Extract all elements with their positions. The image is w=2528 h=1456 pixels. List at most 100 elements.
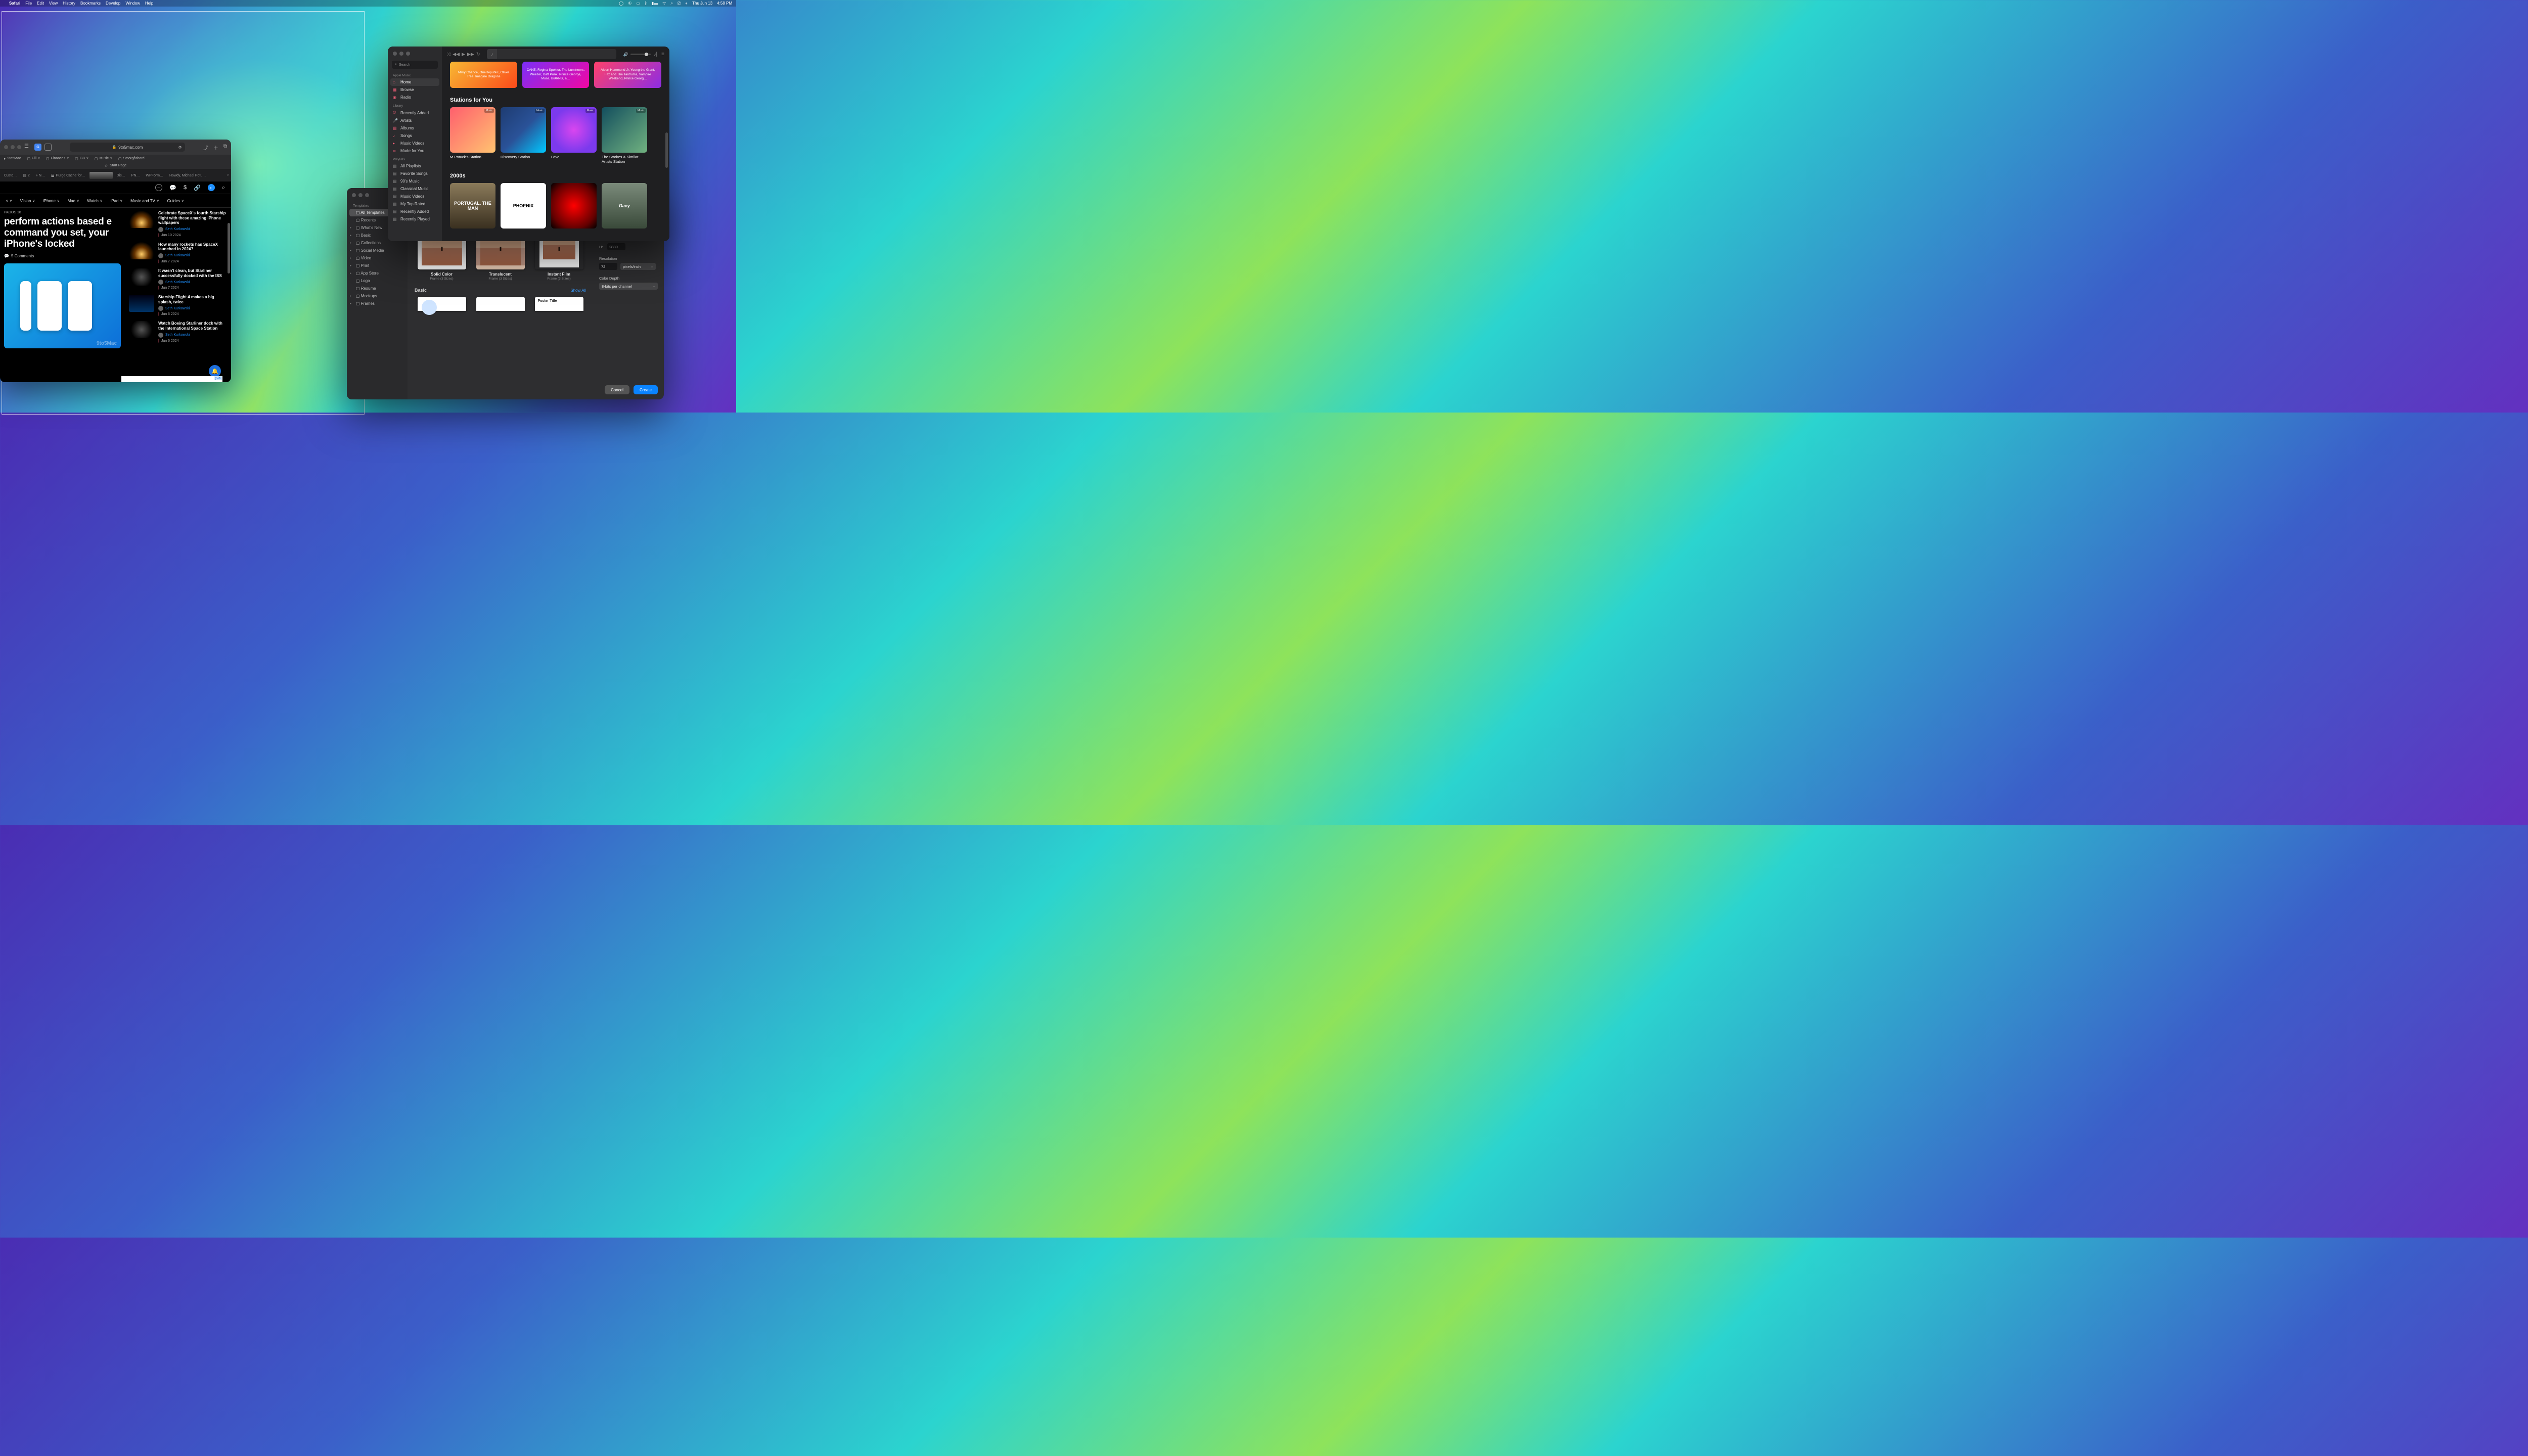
search-tabs-icon[interactable]: ⌕ — [227, 173, 229, 177]
traffic-close[interactable] — [352, 193, 356, 197]
story-author[interactable]: Seth Kurkowski — [165, 254, 190, 257]
resolution-input[interactable] — [599, 263, 617, 270]
traffic-zoom[interactable] — [17, 145, 21, 149]
control-center-icon[interactable]: ⎚ — [678, 1, 681, 6]
story-author[interactable]: Seth Kurkowski — [165, 307, 190, 310]
sidebar-item[interactable]: ⌂Home — [390, 78, 439, 86]
extension-gcal-icon[interactable]: G — [34, 144, 41, 151]
color-depth-select[interactable]: 8-bits per channel⌄ — [599, 283, 658, 290]
traffic-minimize[interactable] — [358, 193, 363, 197]
action-comment-icon[interactable]: 💬 — [169, 185, 176, 191]
sidebar-item[interactable]: ▤Classical Music — [388, 185, 442, 193]
template-basic[interactable]: Poster Title — [535, 297, 583, 311]
traffic-minimize[interactable] — [11, 145, 15, 149]
cancel-button[interactable]: Cancel — [605, 385, 629, 394]
station-card[interactable]: Music The Strokes & Similar Artists Stat… — [602, 107, 647, 164]
app-menu[interactable]: Safari — [9, 1, 20, 6]
favorite-item[interactable]: ▢ Finances ˅ — [46, 157, 69, 161]
favorite-item[interactable]: ▢ Music ˅ — [95, 157, 112, 161]
lyrics-icon[interactable]: ♪| — [654, 52, 658, 57]
start-page-tab[interactable]: ☆ Start Page — [0, 162, 231, 169]
menu-develop[interactable]: Develop — [106, 1, 120, 6]
clock-icon[interactable]: ① — [628, 1, 631, 6]
traffic-zoom[interactable] — [365, 193, 369, 197]
menubar-date[interactable]: Thu Jun 13 — [692, 1, 712, 6]
sidebar-item[interactable]: ▸Music Videos — [388, 140, 442, 147]
breadcrumb[interactable]: PADOS 18 — [4, 211, 121, 214]
action-search-icon[interactable]: ⌕ — [222, 185, 225, 191]
tabs-overview-icon[interactable]: ⧉ — [223, 144, 227, 151]
sidebar-item[interactable]: ▤Recently Played — [388, 215, 442, 223]
extension-icon[interactable] — [44, 144, 52, 151]
hero-card[interactable]: Albert Hammond Jr, Young the Giant, Fitz… — [594, 62, 661, 88]
prev-track-icon[interactable]: ◀◀ — [453, 52, 460, 57]
hero-card[interactable]: Milky Chance, OneRepublic, Oliver Tree, … — [450, 62, 517, 88]
new-tab-icon[interactable]: ＋ — [213, 144, 218, 151]
album-card[interactable]: Davy — [602, 183, 647, 229]
tab[interactable]: Custo… — [2, 172, 19, 179]
tab[interactable]: WPForm… — [144, 172, 165, 179]
album-card[interactable]: PHOENIX — [501, 183, 546, 229]
nav-item[interactable]: Mac ˅ — [65, 197, 82, 205]
menu-edit[interactable]: Edit — [37, 1, 44, 6]
station-card[interactable]: Music Love — [551, 107, 597, 164]
action-add-icon[interactable]: ＋ — [155, 184, 162, 191]
template-basic[interactable] — [476, 297, 525, 311]
station-card[interactable]: Music Discovery Station — [501, 107, 546, 164]
menu-bookmarks[interactable]: Bookmarks — [80, 1, 101, 6]
story-item[interactable]: It wasn't clean, but Starliner successfu… — [129, 268, 227, 290]
favorite-item[interactable]: ▢ Smörgåsbord — [118, 157, 145, 161]
search-input[interactable]: ⌕ Search — [392, 61, 438, 69]
favorite-item[interactable]: ▸ 9to5Mac — [4, 157, 21, 161]
battery-icon[interactable]: ▮▬ — [652, 1, 658, 6]
tab[interactable]: + N… — [34, 172, 47, 179]
resolution-unit-select[interactable]: pixels/inch⌄ — [620, 263, 656, 270]
story-item[interactable]: Starship Flight 4 makes a big splash, tw… — [129, 295, 227, 316]
show-all-link[interactable]: Show All — [570, 288, 586, 293]
story-item[interactable]: Celebrate SpaceX's fourth Starship fligh… — [129, 211, 227, 237]
favorite-item[interactable]: ▢ Fill ˅ — [27, 157, 40, 161]
nav-item[interactable]: Music and TV ˅ — [127, 197, 162, 205]
story-item[interactable]: Watch Boeing Starliner dock with the Int… — [129, 321, 227, 342]
story-author[interactable]: Seth Kurkowski — [165, 333, 190, 337]
notifications-button[interactable]: 🔔 — [209, 365, 221, 377]
story-author[interactable]: Seth Kurkowski — [165, 228, 190, 231]
article-headline[interactable]: perform actions based e command you set,… — [4, 216, 121, 250]
sidebar-item[interactable]: ▤Music Videos — [388, 193, 442, 200]
sidebar-item[interactable]: ▤Albums — [388, 124, 442, 132]
create-button[interactable]: Create — [634, 385, 658, 394]
favorite-item[interactable]: ▢ GB ˅ — [75, 157, 88, 161]
sidebar-item[interactable]: ▤My Top Rated — [388, 200, 442, 208]
scrollbar[interactable] — [665, 132, 668, 168]
bluetooth-icon[interactable]: ᛒ — [645, 1, 647, 6]
height-input[interactable] — [607, 243, 625, 250]
sidebar-item[interactable]: ▸▢ Video — [347, 254, 408, 262]
nav-item[interactable]: iPhone ˅ — [40, 197, 63, 205]
address-bar[interactable]: 🔒 9to5mac.com ⟳ — [70, 143, 185, 152]
template-basic[interactable] — [418, 297, 466, 311]
traffic-close[interactable] — [4, 145, 8, 149]
tab[interactable]: PN… — [129, 172, 142, 179]
sidebar-item[interactable]: ⏱Recently Added — [388, 109, 442, 117]
sidebar-item[interactable]: ∞Made for You — [388, 147, 442, 155]
action-darkmode-icon[interactable]: ◐ — [208, 184, 215, 191]
scrollbar[interactable] — [228, 223, 230, 274]
sidebar-item[interactable]: ▤All Playlists — [388, 162, 442, 170]
sidebar-item[interactable]: ▸▢ Frames — [347, 300, 408, 307]
now-playing[interactable]: ♪ — [487, 49, 616, 59]
sidebar-toggle-icon[interactable]: ☰ — [24, 144, 31, 151]
album-card[interactable]: PORTUGAL. THE MAN — [450, 183, 495, 229]
wifi-icon[interactable]: ᯤ — [662, 1, 666, 6]
sidebar-item[interactable]: ▤90's Music — [388, 177, 442, 185]
shuffle-icon[interactable]: ⤨ — [447, 52, 450, 57]
traffic-minimize[interactable] — [399, 52, 403, 56]
ad-banner[interactable]: ▷✕ — [121, 376, 222, 382]
sidebar-item[interactable]: ◉Radio — [388, 94, 442, 101]
tab[interactable]: ▤ 2 — [21, 172, 32, 179]
traffic-close[interactable] — [393, 52, 397, 56]
sidebar-item[interactable]: ▸▢ Print — [347, 262, 408, 269]
menu-file[interactable]: File — [25, 1, 32, 6]
action-link-icon[interactable]: 🔗 — [194, 185, 201, 191]
tab[interactable]: Howdy, Michael Potu… — [167, 172, 208, 179]
play-icon[interactable]: ▶ — [462, 52, 465, 57]
